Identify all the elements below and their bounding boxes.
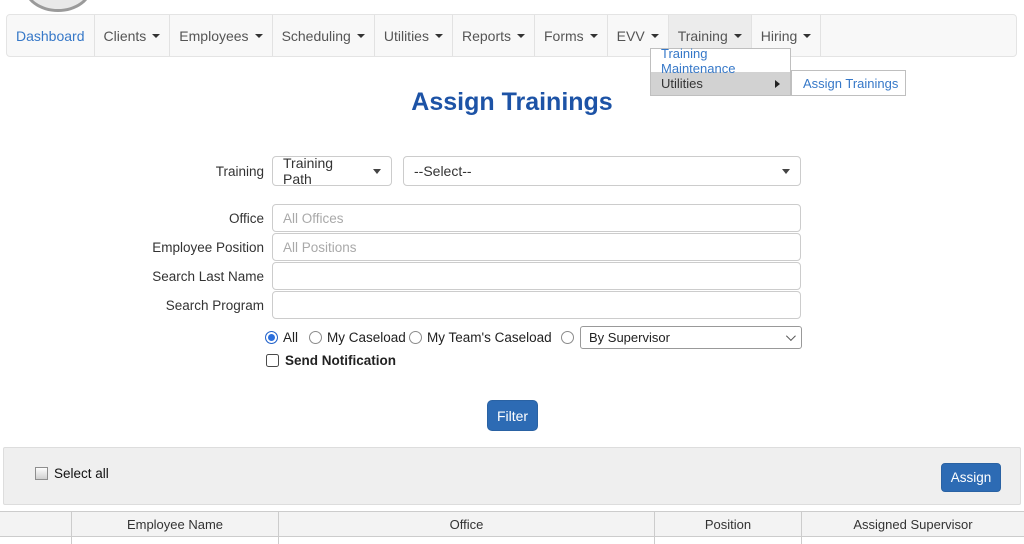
office-input[interactable] (272, 204, 801, 232)
selected-value: --Select-- (414, 163, 472, 179)
radio-group-team-caseload: My Team's Caseload (409, 330, 552, 345)
row-cell (802, 537, 1024, 544)
nav-item-label: Employees (179, 27, 249, 44)
menu-item-training-maintenance[interactable]: Training Maintenance (651, 46, 790, 76)
caret-down-icon (782, 168, 790, 174)
select-all-label[interactable]: Select all (54, 466, 109, 481)
training-type-select[interactable]: Training Path (272, 155, 392, 187)
training-select[interactable]: --Select-- (403, 156, 801, 186)
table-row (0, 537, 1024, 544)
caret-down-icon (434, 33, 443, 38)
submenu-arrow-icon (775, 79, 780, 88)
radio-group-by-supervisor (561, 330, 574, 345)
nav-item-label: Hiring (760, 27, 798, 44)
caret-down-icon (733, 33, 742, 38)
nav-item-label: Clients (103, 27, 147, 44)
caret-down-icon (254, 33, 263, 38)
office-label: Office (228, 211, 264, 226)
search-program-input[interactable] (272, 291, 801, 319)
caret-down-icon (373, 168, 381, 174)
training-label: Training (215, 164, 264, 179)
caret-down-icon (589, 33, 598, 38)
nav-item-label: Scheduling (281, 27, 351, 44)
nav-item-employees[interactable]: Employees (170, 15, 273, 56)
radio-all-label[interactable]: All (283, 330, 298, 345)
send-notification-label[interactable]: Send Notification (285, 353, 396, 368)
radio-team-caseload[interactable] (409, 331, 422, 344)
nav-item-reports[interactable]: Reports (453, 15, 535, 56)
nav-item-label: Training (677, 27, 728, 44)
employee-position-input[interactable] (272, 233, 801, 261)
nav-item-label: EVV (616, 27, 645, 44)
radio-my-caseload[interactable] (309, 331, 322, 344)
supervisor-select[interactable]: By Supervisor (580, 326, 802, 349)
nav-item-dashboard[interactable]: Dashboard (7, 15, 95, 56)
select-all-group: Select all (35, 466, 109, 481)
row-cell (655, 537, 802, 544)
nav-item-utilities[interactable]: Utilities (375, 15, 453, 56)
caret-down-icon (152, 33, 161, 38)
row-cell (72, 537, 279, 544)
radio-by-supervisor[interactable] (561, 331, 574, 344)
caret-down-icon (517, 33, 525, 38)
chevron-down-icon (785, 331, 796, 342)
header-cell-assigned-supervisor: Assigned Supervisor (853, 516, 973, 532)
nav-item-clients[interactable]: Clients (95, 15, 171, 56)
caret-down-icon (650, 33, 659, 38)
send-notification-checkbox[interactable] (266, 354, 279, 367)
app-logo (24, 0, 92, 12)
search-last-name-label: Search Last Name (152, 269, 264, 284)
radio-my-caseload-label[interactable]: My Caseload (327, 330, 406, 345)
caret-down-icon (356, 33, 365, 38)
header-cell-position: Position (655, 512, 802, 536)
header-cell-employee-name: Employee Name (72, 512, 279, 536)
results-panel (3, 447, 1021, 505)
nav-item-scheduling[interactable]: Scheduling (273, 15, 375, 56)
nav-item-label: Reports (461, 27, 511, 44)
employee-position-label: Employee Position (152, 240, 264, 255)
radio-all[interactable] (265, 331, 278, 344)
nav-item-forms[interactable]: Forms (535, 15, 608, 56)
main-navbar: Dashboard Clients Employees Scheduling U… (6, 14, 1017, 57)
send-notification-group: Send Notification (266, 353, 396, 368)
search-program-label: Search Program (165, 298, 264, 313)
nav-item-label: Utilities (383, 27, 429, 44)
assign-button[interactable]: Assign (941, 463, 1001, 492)
select-all-checkbox[interactable] (35, 467, 48, 480)
menu-item-label: Utilities (661, 76, 703, 91)
radio-team-caseload-label[interactable]: My Team's Caseload (427, 330, 552, 345)
header-cell-office: Office (279, 512, 655, 536)
menu-item-label: Training Maintenance (661, 45, 736, 76)
selected-value: Training Path (283, 155, 334, 187)
table-header-row: Employee Name Office Position Assigned S… (0, 511, 1024, 537)
filter-button[interactable]: Filter (487, 400, 538, 431)
radio-group-my-caseload: My Caseload (309, 330, 406, 345)
menu-item-assign-trainings[interactable]: Assign Trainings (791, 70, 906, 96)
row-cell (0, 537, 72, 544)
header-cell-checkbox (0, 512, 72, 536)
nav-item-label: Forms (544, 27, 584, 44)
nav-item-label: Dashboard (16, 27, 85, 44)
radio-group-all: All (265, 330, 298, 345)
caret-down-icon (803, 33, 812, 38)
menu-item-label: Assign Trainings (803, 75, 899, 91)
row-cell (279, 537, 655, 544)
selected-value: By Supervisor (589, 330, 670, 345)
training-dropdown-menu: Training Maintenance Utilities (650, 46, 791, 96)
results-table: Employee Name Office Position Assigned S… (0, 511, 1024, 544)
search-last-name-input[interactable] (272, 262, 801, 290)
